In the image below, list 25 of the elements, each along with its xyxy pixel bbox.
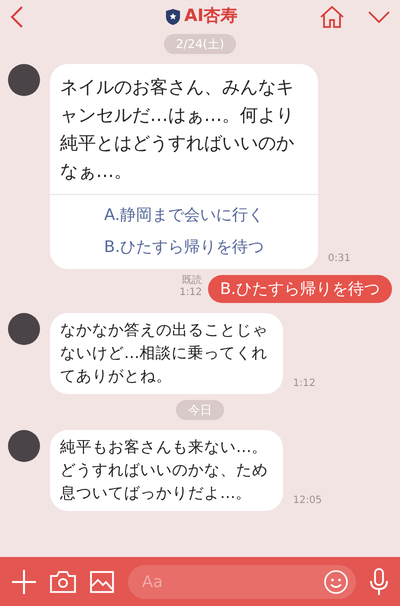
plus-icon[interactable] xyxy=(12,570,36,594)
back-icon[interactable] xyxy=(10,6,24,28)
avatar[interactable] xyxy=(8,64,40,96)
message-bubble: 純平もお客さんも来ない…。どうすればいいのかな、ため息ついてばっかりだよ…。 xyxy=(50,430,283,511)
message-input[interactable]: Aa xyxy=(128,564,356,598)
reply-option[interactable]: B.ひたすら帰りを待つ xyxy=(104,233,264,261)
message-bubble: なかなか答えの出ることじゃないけど…相談に乗ってくれてありがとね。 xyxy=(50,313,283,394)
message-bubble: B.ひたすら帰りを待つ xyxy=(208,275,392,303)
reply-option[interactable]: A.静岡まで会いに行く xyxy=(104,201,264,229)
timestamp: 0:31 xyxy=(328,253,350,265)
shield-star-icon xyxy=(166,9,180,25)
camera-icon[interactable] xyxy=(50,570,76,592)
emoji-icon[interactable] xyxy=(324,570,348,594)
chevron-down-icon[interactable] xyxy=(368,11,390,23)
microphone-icon[interactable] xyxy=(370,568,388,596)
avatar[interactable] xyxy=(8,430,40,462)
image-icon[interactable] xyxy=(90,570,114,592)
avatar[interactable] xyxy=(8,313,40,345)
chat-title: AI杏寿 xyxy=(184,5,238,28)
timestamp: 1:12 xyxy=(179,287,202,299)
timestamp: 12:05 xyxy=(293,495,322,507)
message-text: ネイルのお客さん、みんなキャンセルだ…はぁ…。何より純平とはどうすればいいのかなぁ…。 xyxy=(59,76,295,184)
home-icon[interactable] xyxy=(320,6,344,28)
read-receipt: 既読 xyxy=(180,275,202,287)
timestamp: 1:12 xyxy=(293,378,316,390)
